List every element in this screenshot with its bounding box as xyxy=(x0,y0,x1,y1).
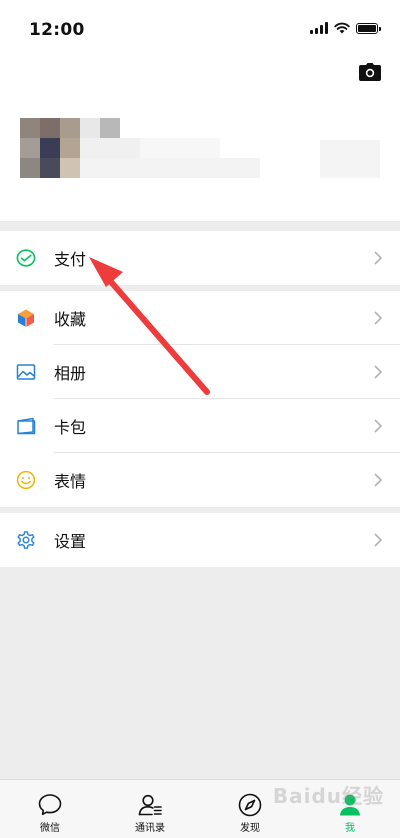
menu-item-stickers[interactable]: 表情 xyxy=(0,453,400,507)
menu-group-settings: 设置 xyxy=(0,513,400,567)
id-blur xyxy=(80,158,260,178)
status-bar: 12:00 xyxy=(0,0,400,60)
id-blur-2 xyxy=(140,138,220,158)
chevron-right-icon xyxy=(374,251,382,265)
menu-label-cards: 卡包 xyxy=(54,418,87,437)
tab-chats[interactable]: 微信 xyxy=(0,780,100,838)
menu-item-cards[interactable]: 卡包 xyxy=(0,399,400,453)
signal-icon xyxy=(310,22,328,34)
camera-icon[interactable] xyxy=(359,63,381,81)
menu-item-album[interactable]: 相册 xyxy=(0,345,400,399)
watermark: Baidu经验 xyxy=(272,784,384,808)
chevron-right-icon xyxy=(374,311,382,325)
chevron-right-icon xyxy=(374,419,382,433)
cards-icon xyxy=(17,417,36,435)
tab-contacts[interactable]: 通讯录 xyxy=(100,780,200,838)
wifi-icon xyxy=(334,22,350,34)
chevron-right-icon xyxy=(374,533,382,547)
name-blur-3 xyxy=(80,138,140,158)
stickers-icon xyxy=(16,470,36,490)
tab-label-contacts: 通讯录 xyxy=(135,823,165,834)
contacts-icon xyxy=(138,794,162,816)
profile-card[interactable] xyxy=(0,100,400,200)
battery-icon xyxy=(356,22,381,34)
tab-label-discover: 发现 xyxy=(240,823,260,834)
menu-item-favorites[interactable]: 收藏 xyxy=(0,291,400,345)
qr-blur xyxy=(320,140,380,178)
status-time: 12:00 xyxy=(29,20,85,40)
discover-icon xyxy=(238,793,262,817)
chevron-right-icon xyxy=(374,473,382,487)
group-gap xyxy=(0,221,400,231)
tab-label-chats: 微信 xyxy=(40,823,60,834)
menu-label-stickers: 表情 xyxy=(54,472,87,491)
menu-label-pay: 支付 xyxy=(54,250,87,269)
avatar xyxy=(20,118,80,178)
menu-group-pay: 支付 xyxy=(0,231,400,285)
chat-icon xyxy=(38,794,62,816)
menu-group-main: 收藏 相册 卡包 表情 xyxy=(0,291,400,507)
chevron-right-icon xyxy=(374,365,382,379)
menu-item-settings[interactable]: 设置 xyxy=(0,513,400,567)
tab-label-me: 我 xyxy=(345,823,355,834)
menu-label-settings: 设置 xyxy=(54,532,87,551)
menu-item-pay[interactable]: 支付 xyxy=(0,231,400,285)
profile-header: 12:00 xyxy=(0,0,400,221)
menu-label-favorites: 收藏 xyxy=(54,310,87,329)
name-blur-2 xyxy=(100,118,120,138)
menu-label-album: 相册 xyxy=(54,364,87,383)
settings-icon xyxy=(17,531,35,549)
pay-icon xyxy=(16,249,36,267)
album-icon xyxy=(16,364,36,380)
status-icons xyxy=(310,22,381,34)
favorites-icon xyxy=(18,309,34,327)
name-blur xyxy=(80,118,100,138)
